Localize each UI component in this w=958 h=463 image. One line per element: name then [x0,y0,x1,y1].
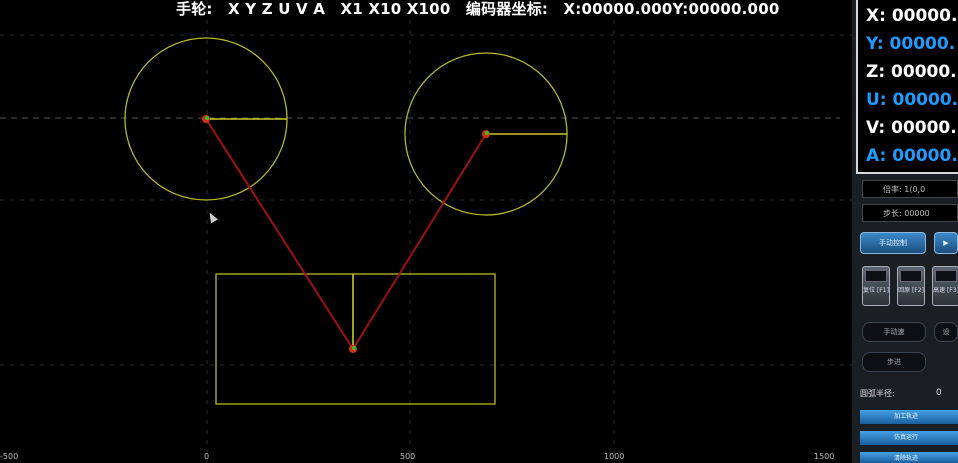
handwheel-status-bar: 手轮: X Y Z U V A X1 X10 X100 编码器坐标: X:000… [176,0,789,18]
axis-tick: -500 [0,452,19,461]
encoder-y-value: Y:00000.000 [672,0,780,18]
home-key-label: 回原 [F2] [898,287,924,294]
coord-a: A: 00000. [866,146,958,166]
speed-key-label: 高速 [F3] [933,287,958,294]
encoder-x-value: X:00000.000 [563,0,673,18]
drawing-canvas[interactable]: 手轮: X Y Z U V A X1 X10 X100 编码器坐标: X:000… [0,0,852,463]
home-key-display [900,270,922,282]
multiplier-selector[interactable]: X1 X10 X100 [341,0,451,18]
hand-speed-button[interactable]: 手动速 [862,322,926,342]
coord-v: V: 00000. [866,118,957,138]
node-left-center [205,116,209,120]
speed-key-display [935,270,957,282]
coord-u: U: 00000. [866,90,958,110]
node-bottom-center [352,346,356,350]
coord-y: Y: 00000. [866,34,956,54]
radius-value: 0 [936,388,942,398]
step-button[interactable]: 步进 [862,352,926,372]
clear-trace-button[interactable]: 清除轨迹 [860,452,958,463]
axis-tick: 1500 [814,452,835,461]
axis-tick: 0 [204,452,210,461]
encoder-label: 编码器坐标: [465,0,549,18]
work-rectangle [215,273,496,405]
reset-key-label: 复位 [F1] [863,287,889,294]
radius-label: 圆弧半径: [860,389,895,398]
coord-x: X: 00000. [866,6,958,26]
axis-tick: 500 [400,452,416,461]
speed-key[interactable]: 高速 [F3] [932,266,958,306]
simulate-button[interactable]: 仿真运行 [860,431,958,445]
handwheel-label: 手轮: [176,0,213,18]
tool-path [205,118,487,351]
axis-tick: 1000 [604,452,625,461]
node-right-center [485,131,489,135]
step-field: 步长: 00000 [862,204,958,222]
rate-field: 倍率: 1(0,0 [862,180,958,198]
coord-z: Z: 00000. [866,62,957,82]
trace-button[interactable]: 加工轨迹 [860,410,958,424]
coordinate-display: X: 00000. Y: 00000. Z: 00000. U: 00000. … [856,0,958,174]
set-button[interactable]: 设 [934,322,958,342]
axis-selector[interactable]: X Y Z U V A [228,0,325,18]
reset-key-display [865,270,887,282]
canvas-svg [0,0,852,463]
home-key[interactable]: 回原 [F2] [897,266,925,306]
reset-key[interactable]: 复位 [F1] [862,266,890,306]
play-button[interactable]: ▶ [934,232,958,254]
manual-control-button[interactable]: 手动控制 [860,232,926,254]
